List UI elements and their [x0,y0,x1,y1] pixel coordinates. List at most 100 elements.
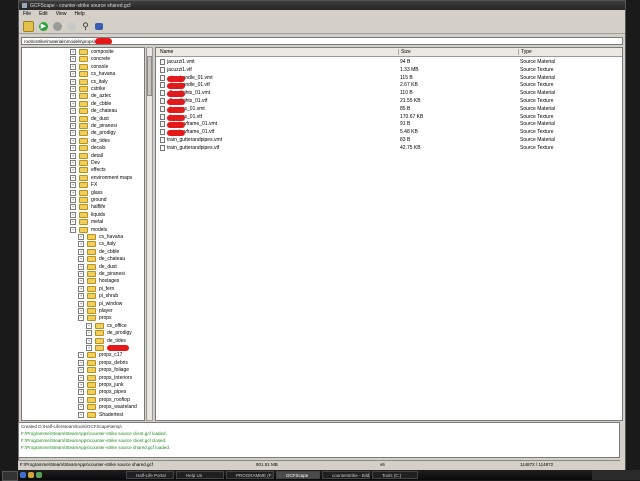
file-row[interactable]: _lowerns_01.vmt 85 B Source Material [156,105,622,113]
expand-icon[interactable]: + [78,248,84,255]
taskbar-task[interactable]: Help Us [176,471,224,479]
file-row[interactable]: _lowerns_01.vtf 170.67 KB Source Texture [156,113,622,121]
folder-tree[interactable]: + composite + concrete + console + cs_havana + cs… [21,47,145,421]
title-bar[interactable]: GCFScape - counter-strike source shared.… [19,1,625,10]
expand-icon[interactable]: + [78,382,84,388]
menu-edit[interactable]: Edit [39,11,48,17]
column-header-name[interactable]: Name [158,49,173,55]
expand-icon[interactable]: + [78,241,84,248]
expand-icon[interactable]: + [70,145,76,152]
column-header-type[interactable]: Type [518,49,532,55]
tree-scrollbar[interactable] [146,47,153,421]
collapse-icon[interactable]: − [70,226,76,233]
tree-item-label: pi_shrub [99,293,119,300]
expand-icon[interactable]: + [70,211,76,218]
collapse-icon[interactable]: − [78,315,84,322]
expand-icon[interactable]: + [70,167,76,174]
expand-icon[interactable]: + [70,219,76,226]
file-icon [160,66,165,73]
expand-icon[interactable]: + [70,100,76,107]
expand-icon[interactable]: + [78,389,84,396]
file-row[interactable]: train_gutterandpipes.vtf 42.75 KB Source T… [156,144,622,152]
menu-view[interactable]: View [56,11,67,17]
refresh-icon[interactable] [67,21,76,31]
expand-icon[interactable]: + [70,123,76,129]
file-row[interactable]: _doorhandle_01.vmt 115 B Source Material [156,74,622,82]
view-mode-icon[interactable] [95,22,103,30]
expand-icon[interactable]: + [78,404,84,411]
file-row[interactable]: _floodlights_01.vmt 110 B Source Material [156,89,622,98]
expand-icon[interactable]: + [86,337,92,344]
menu-file[interactable]: File [23,11,31,17]
expand-icon[interactable]: + [78,367,84,374]
expand-icon[interactable]: + [78,234,84,240]
scrollbar-thumb[interactable] [147,56,152,96]
expand-icon[interactable]: + [86,345,92,351]
expand-icon[interactable]: + [78,256,84,263]
expand-icon[interactable]: + [70,108,76,115]
taskbar-task[interactable]: GCFScape [276,471,320,479]
expand-icon[interactable]: + [78,396,84,403]
expand-icon[interactable]: + [86,322,92,329]
expand-icon[interactable]: + [86,330,92,337]
expand-icon[interactable]: + [70,78,76,85]
file-type: Source Texture [520,113,554,120]
search-icon[interactable]: ⚲ [81,21,90,31]
app-icon [22,3,27,8]
browser-icon[interactable] [20,472,26,478]
file-list[interactable]: Name Size Type jacuzzi1.vmt 94 B Source Ma… [155,47,623,421]
expand-icon[interactable]: + [78,308,84,314]
expand-icon[interactable]: + [78,263,84,270]
expand-icon[interactable]: + [70,86,76,92]
file-row[interactable]: _windowframe_01.vtf 5.48 KB Source Texture [156,128,622,137]
expand-icon[interactable]: + [70,182,76,189]
expand-icon[interactable]: + [70,152,76,159]
expand-icon[interactable]: + [70,49,76,55]
taskbar-task[interactable]: Tools (C:) [372,471,418,479]
tree-item-label: concrete [91,56,111,63]
address-bar[interactable]: root\cstrike\materials\models\props\de_t… [21,37,623,45]
expand-icon[interactable]: + [78,359,84,366]
expand-icon[interactable]: + [78,271,84,277]
stop-icon[interactable] [53,21,62,31]
expand-icon[interactable]: + [70,93,76,100]
file-row[interactable]: jacuzzi1.vmt 94 B Source Material [156,58,622,66]
expand-icon[interactable]: + [78,293,84,300]
expand-icon[interactable]: + [70,71,76,78]
taskbar-task[interactable]: PROGRAMME (F:) [226,471,274,479]
menu-help[interactable]: Help [74,11,84,17]
expand-icon[interactable]: + [70,63,76,70]
file-row[interactable]: train_gutterandpipes.vmt 83 B Source Mater… [156,136,622,144]
expand-icon[interactable]: + [70,189,76,196]
expand-icon[interactable]: + [78,285,84,292]
tree-item-label: de_piranesi [99,271,125,277]
file-row[interactable]: _floodlights_01.vtf 21.55 KB Source Textur… [156,97,622,105]
expand-icon[interactable]: + [78,374,84,381]
expand-icon[interactable]: + [70,137,76,144]
expand-icon[interactable]: + [70,174,76,181]
file-row[interactable]: _windowframe_01.vmt 91 B Source Material [156,120,622,129]
expand-icon[interactable]: + [78,411,84,418]
go-icon[interactable]: ▶ [39,21,48,31]
expand-icon[interactable]: + [78,352,84,359]
explorer-icon[interactable] [28,472,34,478]
expand-icon[interactable]: + [70,56,76,63]
taskbar-task[interactable]: Half-Life Portal [126,471,174,479]
expand-icon[interactable]: + [78,278,84,285]
expand-icon[interactable]: + [70,115,76,122]
column-header-size[interactable]: Size [398,49,411,55]
expand-icon[interactable]: + [70,130,76,137]
media-icon[interactable] [36,472,42,478]
tree-item[interactable]: + Shadertest [78,411,123,419]
expand-icon[interactable]: + [70,160,76,166]
expand-icon[interactable]: + [70,197,76,203]
file-row[interactable]: jacuzzi1.vtf 1.33 MB Source Texture [156,66,622,74]
file-row[interactable]: _doorhandle_01.vtf 2.67 KB Source Texture [156,81,622,90]
tree-item-label: props_pipes [99,389,127,396]
file-name: train_gutterandpipes.vtf [167,145,219,151]
expand-icon[interactable]: + [78,300,84,307]
open-folder-icon[interactable] [23,20,34,32]
taskbar-task[interactable]: counterstrike - Bildbearbeitung [322,471,370,479]
list-header: Name Size Type [156,48,622,57]
expand-icon[interactable]: + [70,204,76,211]
